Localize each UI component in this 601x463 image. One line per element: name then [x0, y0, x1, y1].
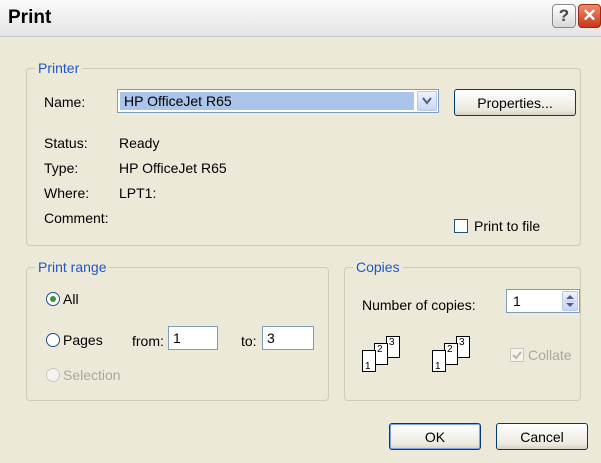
- where-value: LPT1:: [119, 185, 157, 201]
- close-icon: ✕: [582, 6, 597, 25]
- print-to-file-label[interactable]: Print to file: [474, 218, 540, 234]
- collate-checkbox[interactable]: [510, 348, 524, 362]
- range-all-radio[interactable]: [46, 292, 60, 306]
- print-range-legend: Print range: [35, 259, 110, 275]
- radio-selected-dot: [50, 296, 56, 302]
- close-button[interactable]: ✕: [578, 4, 601, 28]
- cancel-label: Cancel: [520, 428, 564, 445]
- range-selection-label[interactable]: Selection: [63, 367, 121, 383]
- printer-name-value: HP OfficeJet R65: [120, 92, 414, 110]
- page-icon: 1: [432, 350, 446, 372]
- number-of-copies-label: Number of copies:: [362, 297, 476, 313]
- title-bar: Print ? ✕: [0, 0, 601, 37]
- printer-name-select[interactable]: HP OfficeJet R65: [117, 89, 439, 113]
- collate-pages-icon: 3 2 1 3 2 1: [362, 336, 502, 386]
- page-icon: 1: [362, 350, 376, 372]
- comment-label: Comment:: [44, 210, 109, 226]
- name-label: Name:: [44, 94, 86, 110]
- dialog-title: Print: [8, 7, 52, 28]
- range-pages-radio[interactable]: [46, 333, 60, 347]
- properties-label: Properties...: [477, 94, 553, 111]
- page-icon: 3: [456, 336, 470, 358]
- chevron-down-icon: [422, 97, 432, 105]
- checkmark-icon: [512, 351, 522, 360]
- spinner-arrows-icon[interactable]: [562, 291, 578, 311]
- to-label: to:: [241, 333, 257, 349]
- print-to-file-checkbox[interactable]: [454, 219, 468, 233]
- ok-button[interactable]: OK: [389, 423, 481, 450]
- printer-legend: Printer: [35, 60, 83, 76]
- page-icon: 2: [444, 343, 458, 365]
- type-label: Type:: [44, 160, 79, 176]
- print-dialog: Print ? ✕ Printer Name: HP OfficeJet R65…: [0, 0, 601, 463]
- from-input[interactable]: 1: [168, 326, 218, 350]
- page-icon: 2: [374, 343, 388, 365]
- copies-legend: Copies: [353, 259, 403, 275]
- from-label: from:: [132, 333, 164, 349]
- copies-spinner[interactable]: 1: [506, 289, 580, 313]
- collate-label[interactable]: Collate: [528, 347, 572, 363]
- range-all-label[interactable]: All: [63, 291, 79, 307]
- status-value: Ready: [119, 135, 160, 151]
- dropdown-button[interactable]: [417, 91, 437, 111]
- type-value: HP OfficeJet R65: [119, 160, 227, 176]
- to-input[interactable]: 3: [262, 326, 314, 350]
- cancel-button[interactable]: Cancel: [496, 423, 588, 450]
- range-pages-label[interactable]: Pages: [63, 332, 103, 348]
- status-label: Status:: [44, 135, 88, 151]
- help-button[interactable]: ?: [552, 4, 576, 28]
- range-selection-radio[interactable]: [46, 368, 60, 382]
- ok-label: OK: [424, 428, 446, 445]
- where-label: Where:: [44, 185, 90, 201]
- properties-button[interactable]: Properties...: [454, 89, 576, 116]
- copies-value: 1: [513, 293, 521, 309]
- help-icon: ?: [558, 6, 570, 25]
- page-icon: 3: [386, 336, 400, 358]
